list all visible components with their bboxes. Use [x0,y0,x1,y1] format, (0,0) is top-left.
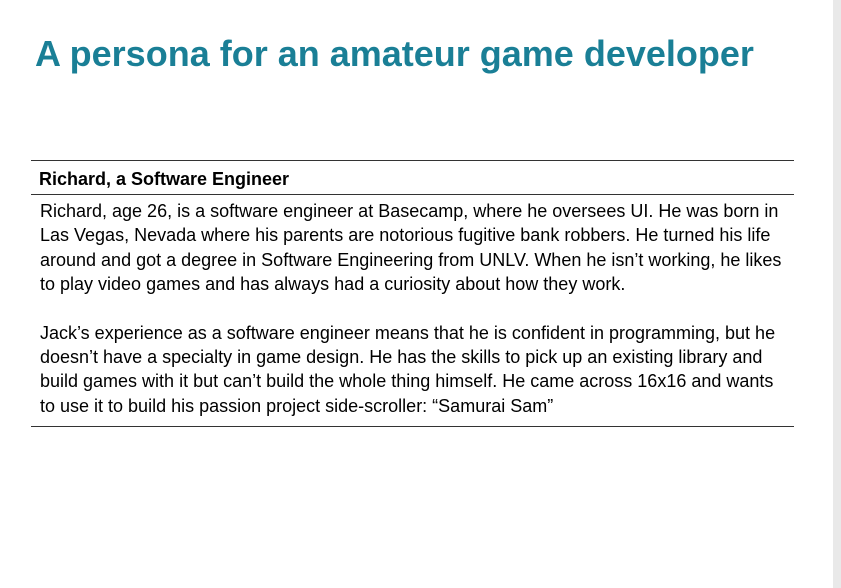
persona-heading: Richard, a Software Engineer [31,161,794,195]
window-scroll-edge [833,0,841,588]
persona-paragraph-background: Richard, age 26, is a software engineer … [40,201,782,295]
persona-paragraph-experience: Jack’s experience as a software engineer… [40,322,776,416]
slide-title: A persona for an amateur game developer [35,33,754,74]
slide: A persona for an amateur game developer … [0,0,833,588]
persona-table: Richard, a Software Engineer Richard, ag… [31,160,794,428]
persona-description: Richard, age 26, is a software engineer … [31,195,794,426]
